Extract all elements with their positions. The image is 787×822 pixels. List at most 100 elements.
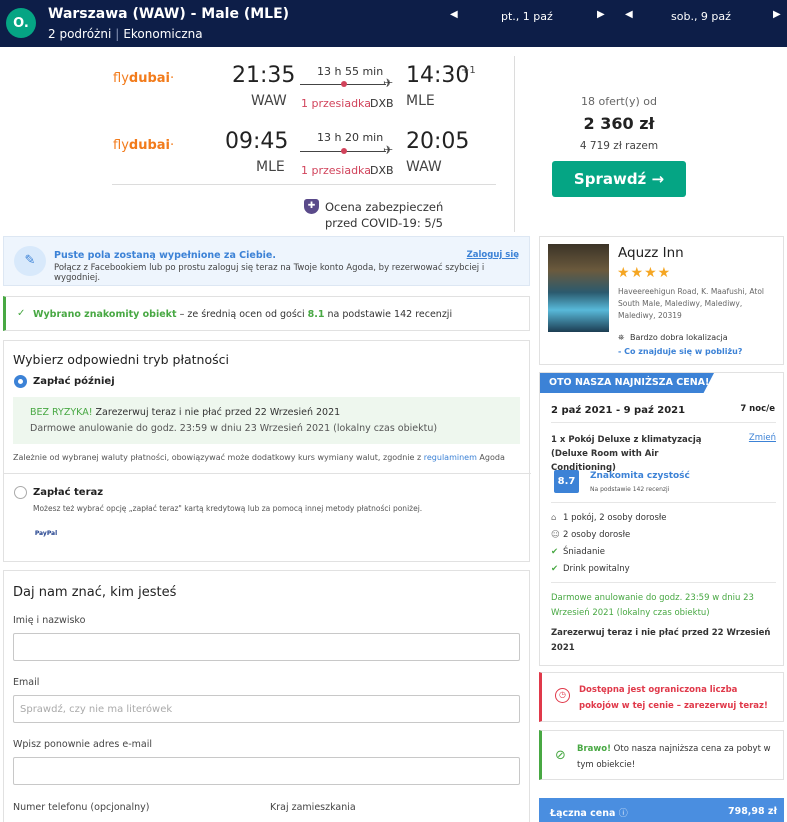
outbound-dep-time: 21:35 bbox=[232, 63, 296, 88]
email-label: Email bbox=[13, 677, 40, 688]
airline-logo-outbound: flydubai· bbox=[113, 71, 175, 86]
amenity-drink: ✔ Drink powitalny bbox=[551, 564, 630, 574]
change-room-link[interactable]: Zmień bbox=[749, 433, 776, 443]
shield-icon[interactable]: ✚ bbox=[304, 199, 319, 214]
summary-divider bbox=[551, 422, 776, 423]
no-risk-text: BEZ RYZYKA! Zarezerwuj teraz i nie płać … bbox=[30, 407, 341, 418]
hotel-card: Aquzz Inn ★★★★ Haveereehigun Road, K. Ma… bbox=[539, 236, 784, 365]
total-price-bar: Łączna cena ⓘ 798,98 zł bbox=[539, 798, 784, 822]
outbound-duration: 13 h 55 min bbox=[317, 65, 384, 78]
country-label: Kraj zamieszkania bbox=[270, 802, 356, 813]
guests-icon: ☺ bbox=[551, 530, 560, 540]
login-banner-title: Puste pola zostaną wypełnione za Ciebie. bbox=[54, 250, 276, 261]
flight-total-price: 4 719 zł razem bbox=[579, 140, 659, 152]
pay-later-radio[interactable] bbox=[14, 375, 27, 388]
free-cancel-text: Darmowe anulowanie do godz. 23:59 w dniu… bbox=[30, 423, 438, 434]
pay-later-label[interactable]: Zapłać później bbox=[33, 376, 115, 387]
login-link[interactable]: Zaloguj się bbox=[467, 250, 519, 260]
inbound-dep-airport: MLE bbox=[256, 159, 285, 175]
login-banner-subtitle: Połącz z Facebookiem lub po prostu zalog… bbox=[54, 263, 485, 283]
star-rating-icon: ★★★★ bbox=[617, 265, 672, 281]
currency-note: Zależnie od wybranej waluty płatności, o… bbox=[13, 453, 505, 462]
name-input[interactable] bbox=[13, 633, 520, 661]
guest-details-title: Daj nam znać, kim jesteś bbox=[13, 585, 177, 600]
outbound-stops: 1 przesiadka bbox=[301, 97, 371, 110]
email-confirm-label: Wpisz ponownie adres e-mail bbox=[13, 739, 152, 750]
pay-now-radio[interactable] bbox=[14, 486, 27, 499]
return-date[interactable]: sob., 9 paź bbox=[671, 10, 731, 23]
airline-logo-inbound: flydubai· bbox=[113, 138, 175, 153]
phone-label: Numer telefonu (opcjonalny) bbox=[13, 802, 150, 813]
check-icon: ✔ bbox=[551, 564, 559, 574]
cleanliness-score: 8.7 bbox=[554, 470, 579, 493]
hotel-photo[interactable] bbox=[548, 244, 609, 332]
depart-prev-arrow-icon[interactable]: ◀ bbox=[450, 9, 458, 20]
terms-link[interactable]: regulaminem bbox=[424, 453, 477, 462]
inbound-via: DXB bbox=[370, 164, 394, 177]
guest-details-card: Daj nam znać, kim jesteś Imię i nazwisko… bbox=[3, 570, 530, 822]
outbound-stop-dot bbox=[341, 81, 347, 87]
location-rating: Bardzo dobra lokalizacja bbox=[630, 333, 728, 342]
great-choice-text: Wybrano znakomity obiekt – ze średnią oc… bbox=[33, 309, 453, 320]
inbound-arr-airport: WAW bbox=[406, 159, 442, 175]
depart-next-arrow-icon[interactable]: ▶ bbox=[597, 9, 605, 20]
name-label: Imię i nazwisko bbox=[13, 615, 86, 626]
plane-icon: ✈ bbox=[383, 76, 394, 90]
trip-summary[interactable]: 2 podróżni | Ekonomiczna bbox=[48, 27, 203, 41]
inbound-stop-dot bbox=[341, 148, 347, 154]
pay-now-description: Możesz też wybrać opcję „zapłać teraz" k… bbox=[33, 504, 423, 513]
stay-dates: 2 paź 2021 - 9 paź 2021 bbox=[551, 405, 686, 416]
outbound-dep-airport: WAW bbox=[251, 93, 287, 109]
free-cancellation: Darmowe anulowanie do godz. 23:59 w dniu… bbox=[551, 593, 754, 618]
summary-separator: | bbox=[115, 27, 120, 41]
bed-icon: ⌂ bbox=[551, 513, 557, 523]
room-type: 1 x Pokój Deluxe z klimatyzacją (Deluxe … bbox=[551, 435, 702, 473]
limited-rooms-text: Dostępna jest ograniczona liczba pokojów… bbox=[579, 685, 768, 711]
hotel-name: Aquzz Inn bbox=[618, 245, 684, 261]
check-icon: ✔ bbox=[551, 547, 559, 557]
login-banner: ✎ Puste pola zostaną wypełnione za Ciebi… bbox=[3, 236, 530, 286]
cleanliness-subtitle: Na podstawie 142 recenzji bbox=[590, 486, 670, 493]
return-prev-arrow-icon[interactable]: ◀ bbox=[625, 9, 633, 20]
location-pin-icon: ⛯ bbox=[618, 333, 625, 342]
email-input[interactable] bbox=[13, 695, 520, 723]
return-next-arrow-icon[interactable]: ▶ bbox=[773, 9, 781, 20]
nights-count: 7 noc/e bbox=[740, 404, 775, 414]
total-price-value: 798,98 zł bbox=[727, 806, 777, 817]
logo-icon[interactable]: O. bbox=[6, 8, 36, 38]
clock-icon: ◷ bbox=[555, 688, 570, 703]
best-price-alert: ⊘ Brawo! Oto nasza najniższa cena za pob… bbox=[539, 730, 784, 780]
paypal-logo: PayPal bbox=[32, 527, 60, 540]
plane-icon: ✈ bbox=[383, 143, 394, 157]
payment-title: Wybierz odpowiedni tryb płatności bbox=[13, 352, 229, 367]
hotel-address: Haveereehigun Road, K. Maafushi, Atol So… bbox=[618, 287, 764, 320]
check-deal-button[interactable]: Sprawdź → bbox=[552, 161, 686, 197]
amenity-breakfast: ✔ Śniadanie bbox=[551, 547, 605, 557]
inbound-dep-time: 09:45 bbox=[225, 129, 289, 154]
amenity-guests: ☺ 2 osoby dorosłe bbox=[551, 530, 631, 540]
search-header: O. Warszawa (WAW) - Male (MLE) 2 podróżn… bbox=[0, 0, 787, 47]
limited-rooms-alert: ◷ Dostępna jest ograniczona liczba pokoj… bbox=[539, 672, 784, 722]
amenity-rooms: ⌂ 1 pokój, 2 osoby dorosłe bbox=[551, 513, 667, 523]
best-price-text: Brawo! Oto nasza najniższa cena za pobyt… bbox=[577, 744, 771, 770]
nearby-link[interactable]: - Co znajduje się w pobliżu? bbox=[618, 347, 742, 356]
booking-summary-card: OTO NASZA NAJNIŻSZA CENA! 2 paź 2021 - 9… bbox=[539, 372, 784, 666]
email-confirm-input[interactable] bbox=[13, 757, 520, 785]
outbound-day-offset: +1 bbox=[461, 65, 476, 76]
pay-now-label[interactable]: Zapłać teraz bbox=[33, 487, 103, 498]
covid-rating-line1: Ocena zabezpieczeń bbox=[325, 200, 444, 214]
outbound-arr-airport: MLE bbox=[406, 93, 435, 109]
payment-method-card: Wybierz odpowiedni tryb płatności Zapłać… bbox=[3, 340, 531, 562]
info-icon[interactable]: ⓘ bbox=[619, 809, 628, 819]
inbound-arr-time: 20:05 bbox=[406, 129, 470, 154]
pay-later-note: Zarezerwuj teraz i nie płać przed 22 Wrz… bbox=[551, 628, 771, 653]
covid-rating[interactable]: Ocena zabezpieczeń przed COVID-19: 5/5 bbox=[325, 199, 443, 231]
covid-rating-line2: przed COVID-19: 5/5 bbox=[325, 216, 443, 230]
flight-divider bbox=[112, 184, 496, 185]
great-choice-banner: ✓ Wybrano znakomity obiekt – ze średnią … bbox=[3, 296, 530, 331]
route-title[interactable]: Warszawa (WAW) - Male (MLE) bbox=[48, 6, 289, 22]
no-risk-box: BEZ RYZYKA! Zarezerwuj teraz i nie płać … bbox=[13, 397, 520, 444]
depart-date[interactable]: pt., 1 paź bbox=[501, 10, 553, 23]
autofill-icon: ✎ bbox=[14, 246, 46, 276]
offers-count: 18 ofert(y) od bbox=[580, 95, 657, 108]
